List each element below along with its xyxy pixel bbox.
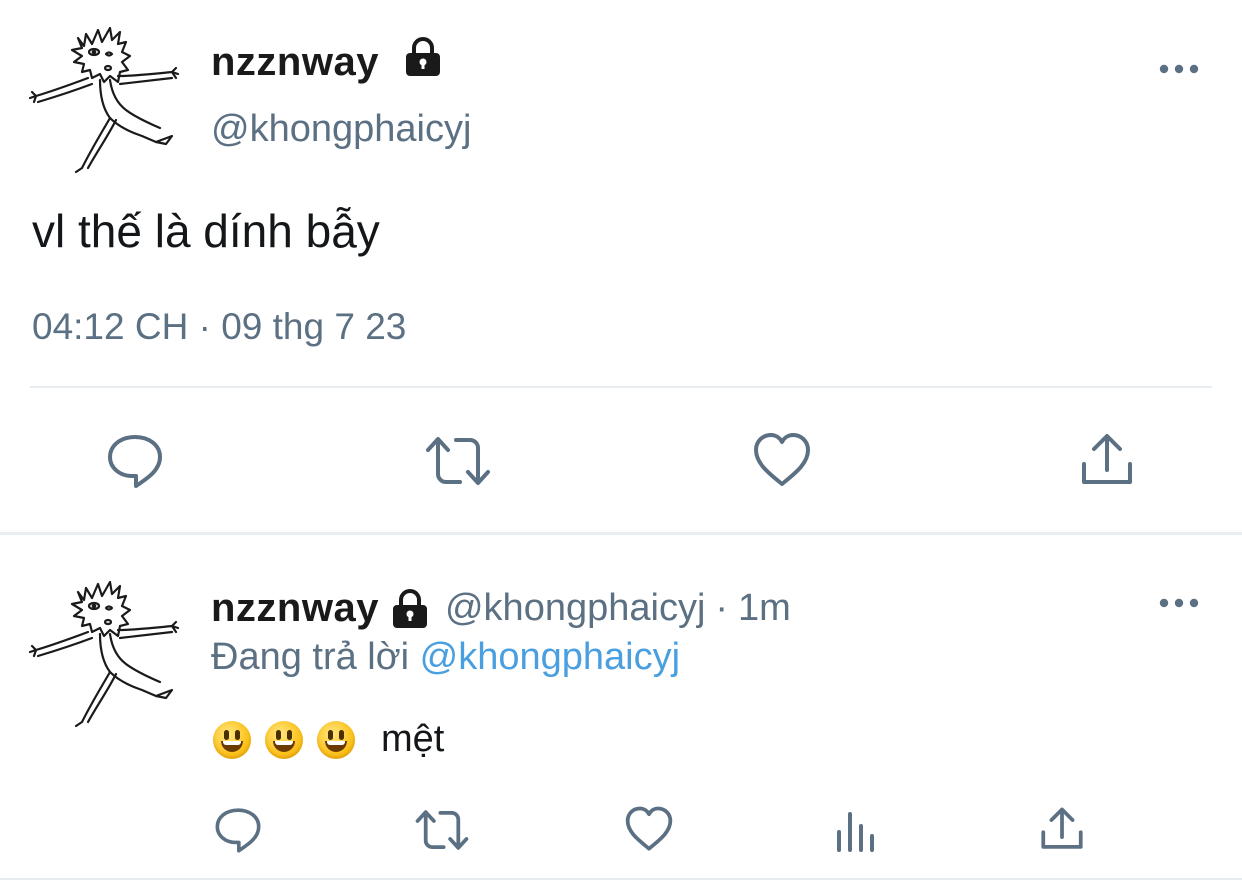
like-icon[interactable] [752,432,812,488]
more-horizontal-icon[interactable] [1158,60,1200,78]
divider [30,386,1212,388]
separator-dot: · [715,587,729,629]
replying-to-label: Đang trả lời [211,636,410,678]
mention-link[interactable]: @khongphaicyj [420,636,680,678]
retweet-icon[interactable] [424,434,492,488]
reply-icon[interactable] [214,806,262,854]
stick-figure-drawing-icon [28,580,180,728]
lock-icon [389,588,431,630]
display-name[interactable]: nzznway [211,40,379,85]
share-icon[interactable] [1080,432,1134,488]
analytics-icon[interactable] [834,810,876,852]
tweet-time[interactable]: 1m [738,587,791,630]
reply-header: nzznway @khongphaicyj · 1m [211,586,791,631]
avatar[interactable] [26,18,186,178]
smiley-emoji-icon [213,720,251,759]
reply-body-text: mệt [381,718,445,760]
like-icon[interactable] [624,806,674,852]
user-handle[interactable]: @khongphaicyj [445,587,705,630]
replying-to: Đang trả lời @khongphaicyj [211,636,680,679]
smiley-emoji-icon [265,720,303,759]
more-horizontal-icon[interactable] [1158,594,1200,612]
avatar[interactable] [26,572,186,732]
stick-figure-drawing-icon [28,26,180,174]
reply-icon[interactable] [106,432,164,490]
tweet-timestamp[interactable]: 04:12 CH · 09 thg 7 23 [32,306,406,348]
user-handle[interactable]: @khongphaicyj [211,108,471,151]
share-icon[interactable] [1040,806,1084,852]
section-divider [0,532,1242,535]
divider [0,878,1242,880]
smiley-emoji-icon [317,720,355,759]
reply-text: mệt [213,718,444,761]
retweet-icon[interactable] [414,808,470,852]
tweet-text: vl thế là dính bẫy [32,205,380,257]
lock-icon [402,36,444,78]
display-name[interactable]: nzznway [211,586,379,631]
